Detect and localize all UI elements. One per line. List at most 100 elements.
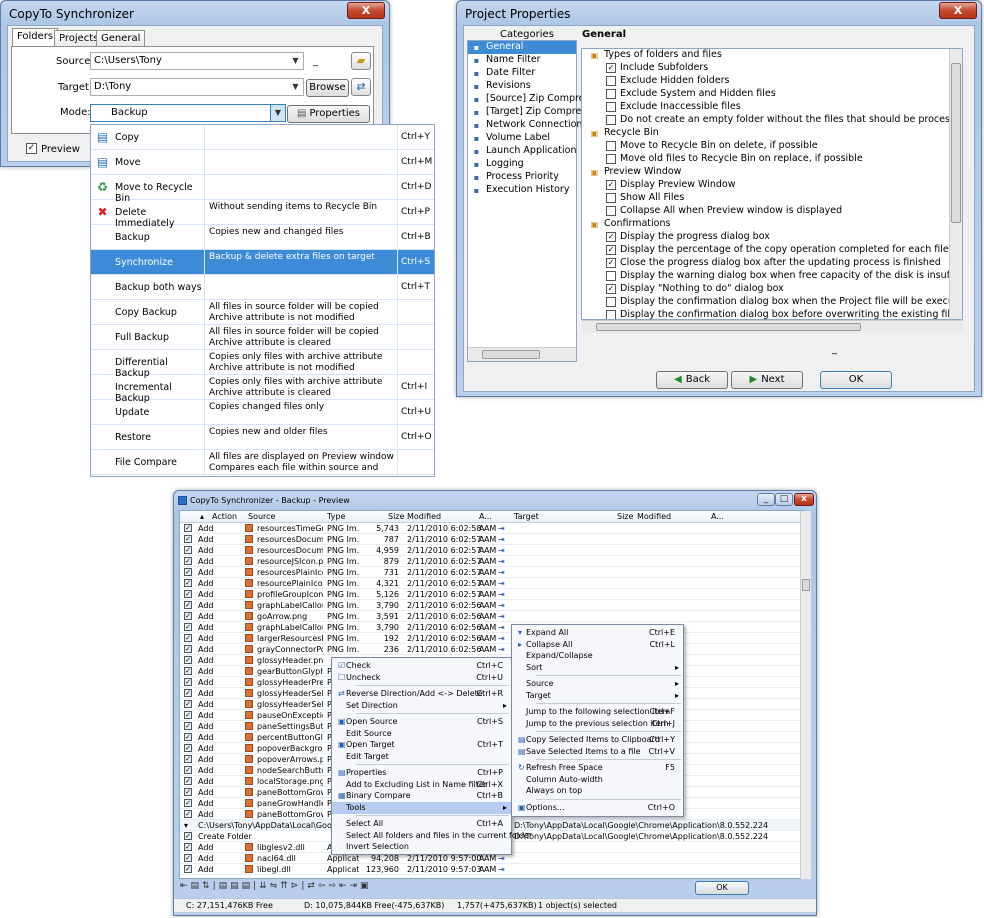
preview-checkbox[interactable]: ✓ Preview <box>26 143 80 155</box>
menu-item[interactable]: ▸ Collapse All Ctrl+L <box>512 639 683 651</box>
row-checkbox[interactable]: ✓ <box>184 843 192 851</box>
menu-item[interactable]: Column Auto-width <box>512 774 683 786</box>
menu-item[interactable]: Select All Ctrl+A <box>332 818 511 830</box>
row-checkbox[interactable]: ✓ <box>184 623 192 631</box>
menu-item[interactable]: ▤ Copy Selected Items to Clipboard Ctrl+Y <box>512 734 683 746</box>
general-settings-list[interactable]: ▣ Types of folders and files ✓ Include Subf… <box>581 48 963 320</box>
menu-item[interactable]: Source ▸ <box>512 678 683 690</box>
settings-hscrollbar[interactable] <box>582 320 963 333</box>
settings-option[interactable]: ✓ Display the progress dialog box <box>582 231 962 244</box>
settings-option[interactable]: Display the confirmation dialog box when… <box>582 296 962 309</box>
mode-item[interactable]: File Compare All files are displayed on P… <box>91 450 434 475</box>
category-item[interactable]: ▪ Launch Application <box>468 145 577 158</box>
header-sort-icon[interactable]: ▴ <box>200 512 204 521</box>
settings-option[interactable]: Exclude Hidden folders <box>582 75 962 88</box>
category-item[interactable]: ▪ Network Connection <box>468 119 583 132</box>
row-checkbox[interactable]: ✓ <box>184 634 192 642</box>
settings-option[interactable]: ✓ Close the progress dialog box after the… <box>582 257 962 270</box>
preview-ok-button[interactable]: OK <box>695 881 749 895</box>
mode-dropdown-list[interactable]: ▤ Copy Ctrl+Y ▤ Move Ctrl+M ♻ Move to Recycle B… <box>90 124 435 477</box>
properties-button[interactable]: ▤ Properties <box>287 105 370 123</box>
mode-item[interactable]: ▤ Copy Ctrl+Y <box>91 125 434 150</box>
checkbox-icon[interactable] <box>606 309 616 319</box>
settings-option[interactable]: Collapse All when Preview window is disp… <box>582 205 962 218</box>
row-checkbox[interactable]: ✓ <box>184 579 192 587</box>
menu-item[interactable]: ▤ Properties Ctrl+P <box>332 767 511 779</box>
checkbox-icon[interactable] <box>606 75 616 86</box>
menu-item[interactable]: Expand/Collapse <box>512 650 683 662</box>
tab-general[interactable]: General <box>96 30 146 47</box>
row-checkbox[interactable]: ✓ <box>184 744 192 752</box>
header-action[interactable]: Action <box>212 512 237 521</box>
mode-item[interactable]: Backup both ways Ctrl+T <box>91 275 434 300</box>
category-item[interactable]: ▪ [Source] Zip Compress <box>468 93 595 106</box>
direction-arrow-icon[interactable]: ⇥ <box>498 579 505 588</box>
settings-option[interactable]: Exclude Inaccessible files <box>582 101 962 114</box>
checkbox-icon[interactable] <box>606 101 616 112</box>
checkbox-icon[interactable] <box>606 270 616 281</box>
categories-list[interactable]: ▪ General ▪ Name Filter ▪ Date Filter ▪ Revisio… <box>467 40 595 362</box>
toolbar-icon[interactable]: ⇤▤⇅|▤▤▤|⇊⇋⇈⊳|⇄⇦⇨⇤⇥▣ <box>180 881 372 891</box>
checkbox-icon[interactable] <box>606 296 616 307</box>
settings-option[interactable]: Move old files to Recycle Bin on replace… <box>582 153 962 166</box>
category-item[interactable]: ▪ General <box>468 41 576 54</box>
scroll-thumb[interactable] <box>802 579 810 591</box>
menu-item[interactable]: Sort ▸ <box>512 662 683 674</box>
row-checkbox[interactable]: ✓ <box>184 810 192 818</box>
row-checkbox[interactable]: ✓ <box>184 535 192 543</box>
category-item[interactable]: ▪ Name Filter <box>468 54 576 67</box>
mode-item[interactable]: Full Backup All files in source folder wi… <box>91 325 434 350</box>
categories-hscrollbar[interactable] <box>468 347 576 361</box>
category-item[interactable]: ▪ Revisions <box>468 80 576 93</box>
tools-submenu[interactable]: ▾ Expand All Ctrl+E ▸ Collapse All Ctrl+L Expa… <box>511 624 684 817</box>
row-checkbox[interactable]: ✓ <box>184 799 192 807</box>
row-checkbox[interactable]: ✓ <box>184 832 192 840</box>
mode-combo[interactable]: Backup ▼ <box>90 104 286 122</box>
source-combo[interactable]: C:\Users\Tony ▼ <box>90 52 304 70</box>
maximize-button[interactable]: □ <box>775 493 793 506</box>
settings-option[interactable]: ✓ Display the percentage of the copy oper… <box>582 244 962 257</box>
checkbox-icon[interactable] <box>606 114 616 125</box>
tab-folders[interactable]: Folders <box>12 28 59 47</box>
project-close-button[interactable]: X <box>939 2 977 19</box>
direction-arrow-icon[interactable]: ⇥ <box>498 854 505 863</box>
mode-item[interactable]: ♻ Move to Recycle Bin Ctrl+D <box>91 175 434 204</box>
row-checkbox[interactable]: ✓ <box>184 689 192 697</box>
next-button[interactable]: ▶ Next <box>731 371 803 389</box>
category-item[interactable]: ▪ Process Priority <box>468 171 576 184</box>
menu-item[interactable]: ▦ Binary Compare Ctrl+B <box>332 790 511 802</box>
target-combo[interactable]: D:\Tony ▼ <box>90 78 304 96</box>
category-item[interactable]: ▪ Execution History <box>468 184 576 197</box>
mode-item[interactable]: Synchronize Backup & delete extra files o… <box>91 250 434 275</box>
direction-arrow-icon[interactable]: ⇥ <box>498 612 505 621</box>
menu-item[interactable]: Add to Excluding List in Name filter Ctrl… <box>332 779 511 791</box>
sync-close-button[interactable]: X <box>347 2 385 19</box>
folder-toggle-icon[interactable]: ▾ <box>184 821 188 830</box>
preview-close-button[interactable]: x <box>794 493 814 506</box>
checkbox-icon[interactable] <box>606 88 616 99</box>
menu-item[interactable]: Target ▸ <box>512 690 683 702</box>
category-item[interactable]: ▪ Volume Label <box>468 132 576 145</box>
folder-icon[interactable]: ▰ <box>351 52 371 70</box>
row-checkbox[interactable]: ✓ <box>184 612 192 620</box>
menu-item[interactable]: ▣ Open Source Ctrl+S <box>332 716 511 728</box>
direction-arrow-icon[interactable]: ⇥ <box>498 865 505 874</box>
direction-arrow-icon[interactable]: ⇥ <box>498 645 505 654</box>
settings-option[interactable]: Display the confirmation dialog box befo… <box>582 309 962 319</box>
menu-item[interactable]: ⇄ Reverse Direction/Add <-> Delete Ctrl+R <box>332 688 511 700</box>
swap-direction-icon[interactable]: ⇄ <box>351 78 371 96</box>
row-checkbox[interactable]: ✓ <box>184 590 192 598</box>
row-checkbox[interactable]: ✓ <box>184 601 192 609</box>
header-source[interactable]: Source <box>248 512 275 521</box>
header-type[interactable]: Type <box>327 512 345 521</box>
menu-item[interactable]: Edit Target <box>332 751 511 763</box>
row-checkbox[interactable]: ✓ <box>184 557 192 565</box>
direction-arrow-icon[interactable]: ⇥ <box>498 568 505 577</box>
category-item[interactable]: ▪ [Target] Zip Compress <box>468 106 591 119</box>
row-checkbox[interactable]: ✓ <box>184 722 192 730</box>
menu-item[interactable]: Always on top <box>512 785 683 797</box>
scroll-thumb[interactable] <box>482 350 540 359</box>
menu-item[interactable]: Jump to the following selection item Ctrl… <box>512 706 683 718</box>
settings-vscrollbar[interactable] <box>949 49 962 319</box>
header-modified[interactable]: Modified <box>407 512 441 521</box>
